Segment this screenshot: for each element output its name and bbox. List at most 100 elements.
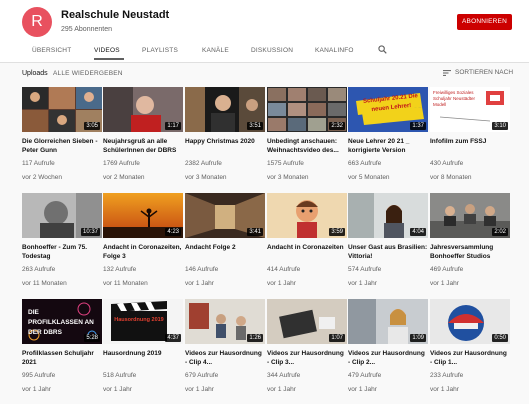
- video-views: 132 Aufrufe: [103, 266, 137, 273]
- uploads-label: Uploads: [22, 70, 48, 77]
- video-thumbnail[interactable]: 0:50: [430, 299, 510, 344]
- video-views: 479 Aufrufe: [348, 372, 382, 379]
- channel-name: Realschule Neustadt: [61, 9, 170, 21]
- video-age: vor 11 Monaten: [22, 280, 67, 287]
- video-duration: 3:59: [329, 228, 345, 236]
- video-thumbnail[interactable]: 1:07: [267, 299, 347, 344]
- video-card[interactable]: 10:37 Bonhoeffer - Zum 75. Todestag 263 …: [22, 193, 102, 288]
- sort-button[interactable]: SORTIEREN NACH: [443, 69, 513, 76]
- video-card[interactable]: 1:26 Videos zur Hausordnung - Clip 4... …: [185, 299, 265, 394]
- channel-avatar[interactable]: R: [22, 7, 52, 37]
- sort-label: SORTIEREN NACH: [455, 69, 514, 76]
- video-title[interactable]: Infofilm zum FSSJ: [430, 137, 510, 155]
- video-views: 574 Aufrufe: [348, 266, 382, 273]
- video-views: 233 Aufrufe: [430, 372, 464, 379]
- video-views: 2382 Aufrufe: [185, 160, 222, 167]
- video-duration: 4:04: [410, 228, 426, 236]
- tab-uebersicht[interactable]: ÜBERSICHT: [32, 47, 71, 54]
- tab-diskussion[interactable]: DISKUSSION: [251, 47, 293, 54]
- video-thumbnail[interactable]: 4:23: [103, 193, 183, 238]
- video-thumbnail[interactable]: 2:02: [430, 193, 510, 238]
- video-card[interactable]: 0:50 Videos zur Hausordnung - Clip 1... …: [430, 299, 510, 394]
- video-card[interactable]: Freiwilliges Soziales Schuljahr Neustädt…: [430, 87, 510, 182]
- video-thumbnail[interactable]: Hausordnung 2019 4:37: [103, 299, 183, 344]
- sort-icon: [443, 69, 451, 76]
- video-duration: 3:51: [247, 122, 263, 130]
- video-card[interactable]: 3:51 Happy Christmas 2020 2382 Aufrufe v…: [185, 87, 265, 182]
- video-views: 663 Aufrufe: [348, 160, 382, 167]
- video-title[interactable]: Andacht in Coronazeiten, Folge 3: [103, 243, 183, 261]
- video-thumbnail[interactable]: 3:51: [185, 87, 265, 132]
- subscribe-button[interactable]: ABONNIEREN: [457, 14, 512, 30]
- video-title[interactable]: Happy Christmas 2020: [185, 137, 265, 155]
- video-card[interactable]: 3:59 Andacht in Coronazeiten 414 Aufrufe…: [267, 193, 347, 288]
- video-duration: 2:02: [492, 228, 508, 236]
- video-title[interactable]: Videos zur Hausordnung - Clip 3...: [267, 349, 347, 367]
- video-title[interactable]: Die Glorreichen Sieben - Peter Gunn: [22, 137, 102, 155]
- video-card[interactable]: 3:41 Andacht Folge 2 146 Aufrufe vor 1 J…: [185, 193, 265, 288]
- video-card[interactable]: Schuljahr 20.21 Die neuen Lehrer! 1:37 N…: [348, 87, 428, 182]
- video-title[interactable]: Videos zur Hausordnung - Clip 2...: [348, 349, 428, 367]
- video-title[interactable]: Profilklassen Schuljahr 2021: [22, 349, 102, 367]
- tab-kanaele[interactable]: KANÄLE: [202, 47, 229, 54]
- video-thumbnail[interactable]: DIE PROFILKLASSEN AN DER DBRS 5:28: [22, 299, 102, 344]
- video-card[interactable]: 2:32 Unbedingt anschauen: Weihnachtsvide…: [267, 87, 347, 182]
- video-card[interactable]: 4:04 Unser Gast aus Brasilien: Vittoria!…: [348, 193, 428, 288]
- search-icon[interactable]: [378, 45, 387, 54]
- video-duration: 3:41: [247, 228, 263, 236]
- video-title[interactable]: Andacht in Coronazeiten: [267, 243, 347, 261]
- play-all-button[interactable]: ALLE WIEDERGEBEN: [53, 70, 123, 77]
- video-thumbnail[interactable]: 4:04: [348, 193, 428, 238]
- video-thumbnail[interactable]: 3:41: [185, 193, 265, 238]
- video-card[interactable]: 2:02 Jahresversammlung Bonhoeffer Studio…: [430, 193, 510, 288]
- video-thumbnail[interactable]: Freiwilliges Soziales Schuljahr Neustädt…: [430, 87, 510, 132]
- video-card[interactable]: DIE PROFILKLASSEN AN DER DBRS 5:28 Profi…: [22, 299, 102, 394]
- video-title[interactable]: Neujahrsgruß an alle SchülerInnen der DB…: [103, 137, 183, 155]
- active-tab-indicator: [94, 58, 124, 60]
- video-card[interactable]: Hausordnung 2019 4:37 Hausordnung 2019 5…: [103, 299, 183, 394]
- video-card[interactable]: 4:23 Andacht in Coronazeiten, Folge 3 13…: [103, 193, 183, 288]
- video-thumbnail[interactable]: Schuljahr 20.21 Die neuen Lehrer! 1:37: [348, 87, 428, 132]
- thumbnail-caption: Hausordnung 2019: [114, 317, 164, 323]
- video-thumbnail[interactable]: 3:05: [22, 87, 102, 132]
- video-title[interactable]: Videos zur Hausordnung - Clip 1...: [430, 349, 510, 367]
- video-views: 1575 Aufrufe: [267, 160, 304, 167]
- video-thumbnail[interactable]: 1:26: [185, 299, 265, 344]
- video-title[interactable]: Neue Lehrer 20 21 _ korrigierte Version: [348, 137, 428, 155]
- video-title[interactable]: Jahresversammlung Bonhoeffer Studios: [430, 243, 510, 261]
- video-thumbnail[interactable]: 3:59: [267, 193, 347, 238]
- video-card[interactable]: 1:07 Videos zur Hausordnung - Clip 3... …: [267, 299, 347, 394]
- video-age: vor 2 Monaten: [103, 174, 145, 181]
- video-title[interactable]: Unser Gast aus Brasilien: Vittoria!: [348, 243, 428, 261]
- thumbnail-caption: Freiwilliges Soziales Schuljahr Neustädt…: [433, 90, 476, 107]
- video-views: 414 Aufrufe: [267, 266, 301, 273]
- video-duration: 10:37: [80, 228, 100, 236]
- video-duration: 4:37: [165, 334, 181, 342]
- video-age: vor 3 Monaten: [267, 174, 309, 181]
- video-title[interactable]: Bonhoeffer - Zum 75. Todestag: [22, 243, 102, 261]
- video-thumbnail[interactable]: 1:17: [103, 87, 183, 132]
- video-title[interactable]: Videos zur Hausordnung - Clip 4...: [185, 349, 265, 367]
- tab-videos[interactable]: VIDEOS: [94, 47, 120, 54]
- tab-kanalinfo[interactable]: KANALINFO: [315, 47, 354, 54]
- video-thumbnail[interactable]: 2:32: [267, 87, 347, 132]
- video-card[interactable]: 1:17 Neujahrsgruß an alle SchülerInnen d…: [103, 87, 183, 182]
- video-age: vor 5 Monaten: [348, 174, 390, 181]
- video-views: 469 Aufrufe: [430, 266, 464, 273]
- video-title[interactable]: Hausordnung 2019: [103, 349, 183, 367]
- video-age: vor 1 Jahr: [267, 280, 296, 287]
- video-card[interactable]: 1:09 Videos zur Hausordnung - Clip 2... …: [348, 299, 428, 394]
- video-age: vor 1 Jahr: [267, 386, 296, 393]
- subscriber-count: 295 Abonnenten: [61, 26, 112, 33]
- video-views: 263 Aufrufe: [22, 266, 56, 273]
- video-thumbnail[interactable]: 10:37: [22, 193, 102, 238]
- video-age: vor 11 Monaten: [103, 280, 148, 287]
- video-card[interactable]: 3:05 Die Glorreichen Sieben - Peter Gunn…: [22, 87, 102, 182]
- tab-playlists[interactable]: PLAYLISTS: [142, 47, 178, 54]
- video-age: vor 1 Jahr: [348, 386, 377, 393]
- video-title[interactable]: Andacht Folge 2: [185, 243, 265, 261]
- video-thumbnail[interactable]: 1:09: [348, 299, 428, 344]
- video-duration: 1:07: [329, 334, 345, 342]
- video-duration: 0:50: [492, 334, 508, 342]
- video-title[interactable]: Unbedingt anschauen: Weihnachtsvideo des…: [267, 137, 347, 155]
